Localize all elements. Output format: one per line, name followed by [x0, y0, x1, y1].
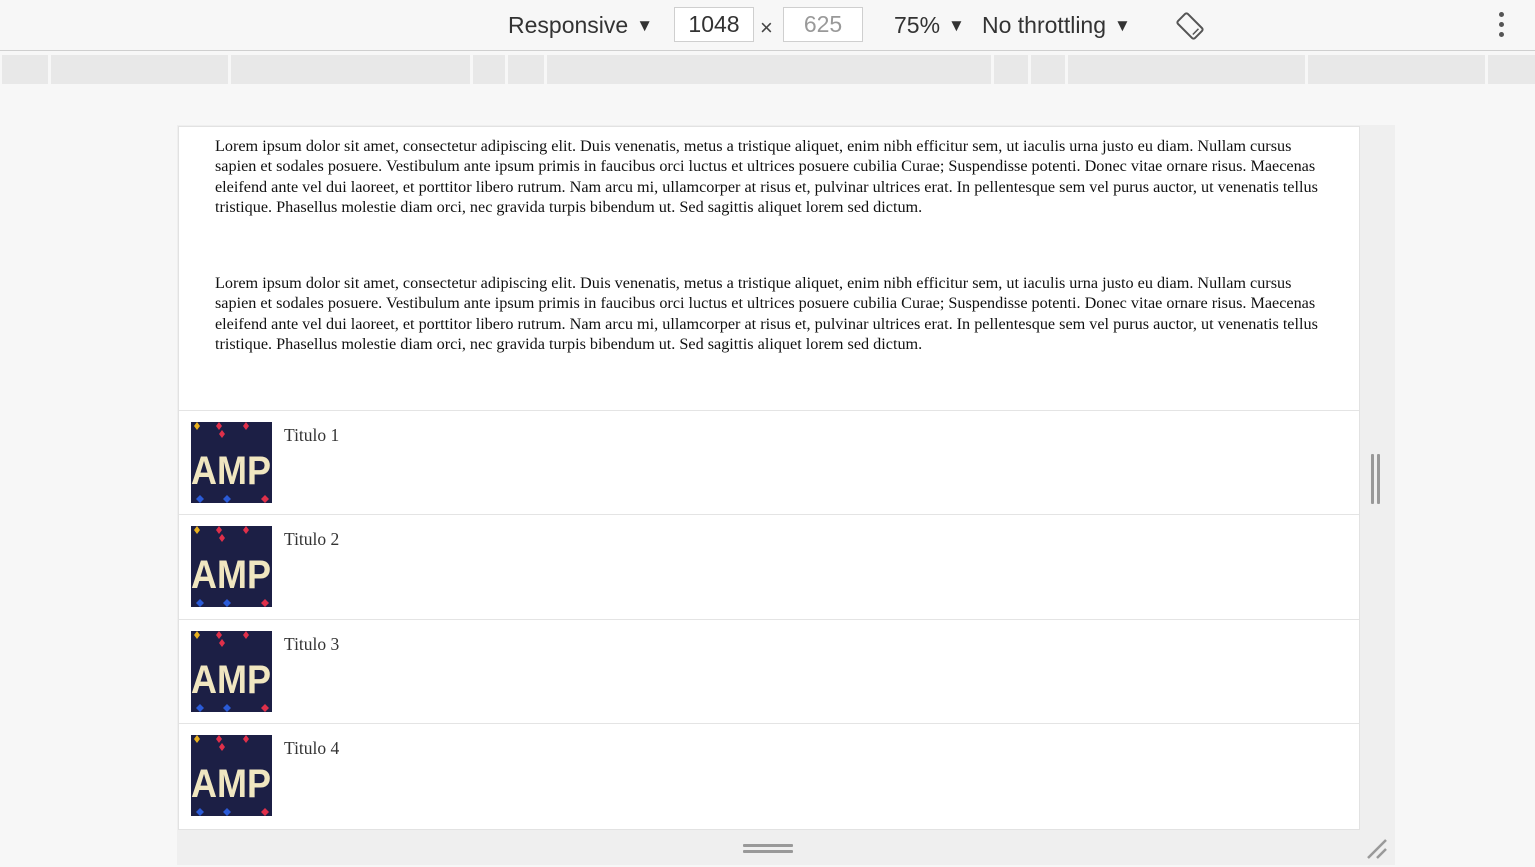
width-input[interactable]: 1048: [674, 7, 754, 42]
media-query-segment[interactable]: [231, 55, 470, 84]
thumb-text: AMP: [191, 553, 271, 597]
amp-thumbnail: AMP: [191, 526, 272, 607]
device-label: Responsive: [508, 12, 629, 38]
amp-thumbnail: AMP: [191, 422, 272, 503]
corner-resize-handle[interactable]: [1364, 836, 1390, 862]
device-select[interactable]: Responsive ▼: [508, 0, 653, 50]
zoom-select[interactable]: 75% ▼: [894, 0, 965, 50]
media-query-segment[interactable]: [994, 55, 1028, 84]
dimension-separator: ×: [760, 15, 773, 40]
list-item[interactable]: AMP Titulo 1: [179, 410, 1359, 515]
list-item[interactable]: AMP Titulo 3: [179, 619, 1359, 724]
more-vertical-icon[interactable]: [1496, 12, 1506, 40]
bottom-resize-handle[interactable]: [743, 842, 793, 856]
media-query-segment[interactable]: [2, 55, 48, 84]
media-query-segment[interactable]: [1068, 55, 1305, 84]
item-title: Titulo 3: [284, 634, 340, 654]
media-query-segment[interactable]: [547, 55, 991, 84]
media-query-segment[interactable]: [51, 55, 228, 84]
rotate-device-icon[interactable]: [1174, 10, 1206, 42]
amp-thumbnail: AMP: [191, 631, 272, 712]
paragraph: Lorem ipsum dolor sit amet, consectetur …: [215, 137, 1318, 216]
media-query-segment[interactable]: [1031, 55, 1065, 84]
media-query-segment[interactable]: [1488, 55, 1535, 84]
dropdown-arrow-icon: ▼: [948, 16, 965, 35]
media-query-segment[interactable]: [1308, 55, 1485, 84]
zoom-label: 75%: [894, 12, 941, 38]
list-item[interactable]: AMP Titulo 2: [179, 514, 1359, 619]
thumb-text: AMP: [191, 449, 271, 493]
right-resize-handle[interactable]: [1371, 454, 1381, 504]
throttling-select[interactable]: No throttling ▼: [982, 0, 1131, 50]
media-query-bar: [2, 55, 1535, 84]
amp-thumbnail: AMP: [191, 735, 272, 816]
emulated-viewport: Lorem ipsum dolor sit amet, consectetur …: [178, 126, 1360, 830]
media-query-segment[interactable]: [473, 55, 505, 84]
item-title: Titulo 4: [284, 738, 340, 758]
item-title: Titulo 1: [284, 425, 340, 445]
list-item[interactable]: AMP Titulo 4: [179, 723, 1359, 828]
device-toolbar: Responsive ▼ 1048 × 625 75% ▼ No throttlin…: [0, 0, 1535, 51]
dropdown-arrow-icon: ▼: [1114, 16, 1131, 35]
item-title: Titulo 2: [284, 529, 340, 549]
paragraph: Lorem ipsum dolor sit amet, consectetur …: [215, 274, 1318, 353]
media-query-segment[interactable]: [508, 55, 544, 84]
dropdown-arrow-icon: ▼: [636, 16, 654, 35]
thumb-text: AMP: [191, 762, 271, 806]
throttling-label: No throttling: [982, 12, 1107, 38]
height-input[interactable]: 625: [783, 7, 863, 42]
thumb-text: AMP: [191, 658, 271, 702]
